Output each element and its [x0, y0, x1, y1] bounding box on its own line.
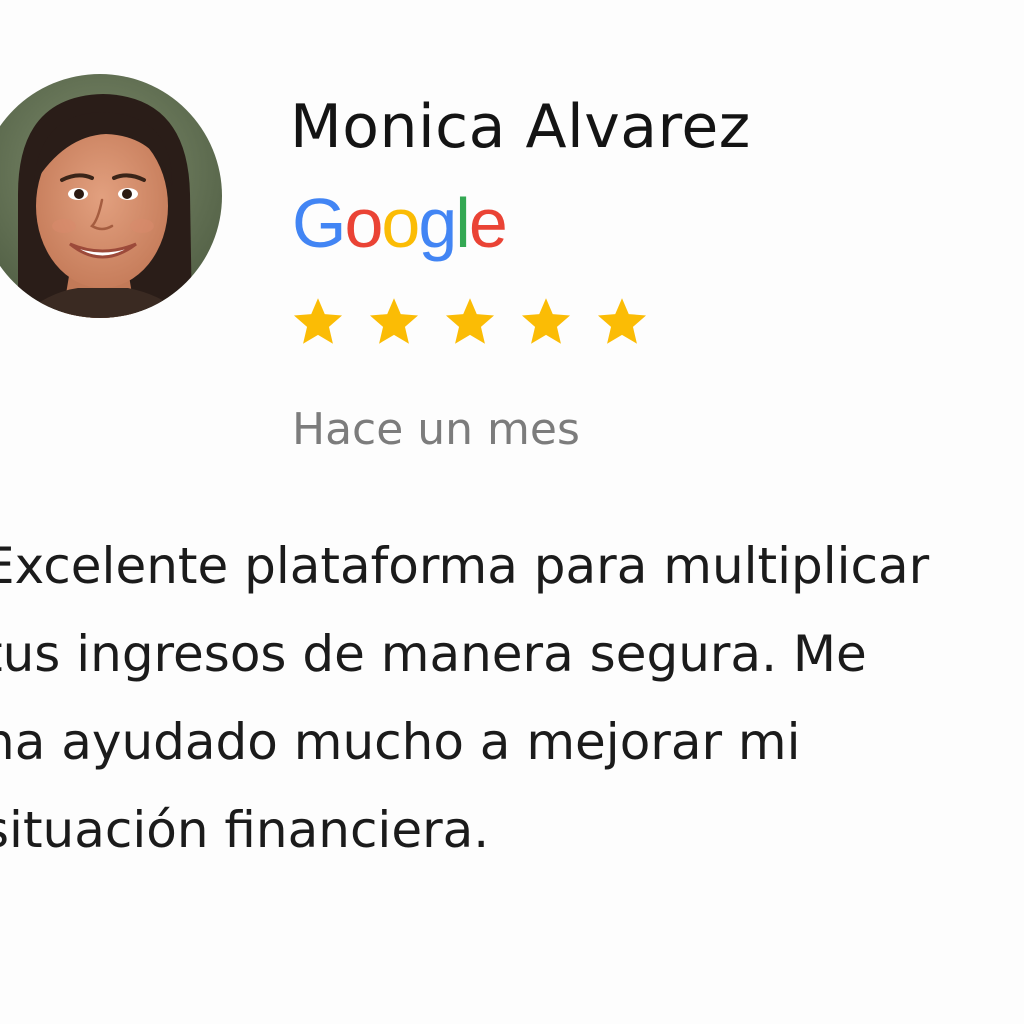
star-icon: [369, 298, 419, 344]
google-logo-letter: e: [468, 184, 508, 262]
star-icon: [521, 298, 571, 344]
google-logo: Google: [292, 188, 508, 258]
review-text-line: situación financiera.: [0, 801, 490, 859]
reviewer-name: Monica Alvarez: [290, 92, 751, 162]
review-text-line: tus ingresos de manera segura. Me: [0, 625, 867, 683]
review-date: Hace un mes: [292, 404, 580, 455]
review-text-line: ha ayudado mucho a mejorar mi: [0, 713, 801, 771]
star-rating: [290, 294, 650, 350]
google-logo-letter: l: [455, 184, 471, 262]
star-icon: [445, 298, 495, 344]
google-logo-letter: g: [418, 184, 457, 262]
review-text: Excelente plataforma para multiplicar tus…: [0, 522, 1024, 874]
google-logo-letter: o: [381, 184, 420, 262]
google-logo-letter: G: [292, 184, 346, 262]
star-icon: [597, 298, 647, 344]
avatar-photo-icon: [0, 74, 222, 318]
star-icon: [293, 298, 343, 344]
reviewer-avatar: [0, 74, 222, 318]
review-text-line: Excelente plataforma para multiplicar: [0, 537, 930, 595]
google-logo-letter: o: [344, 184, 383, 262]
review-card: Monica Alvarez Google Hace un mes Excele…: [0, 0, 1024, 1024]
